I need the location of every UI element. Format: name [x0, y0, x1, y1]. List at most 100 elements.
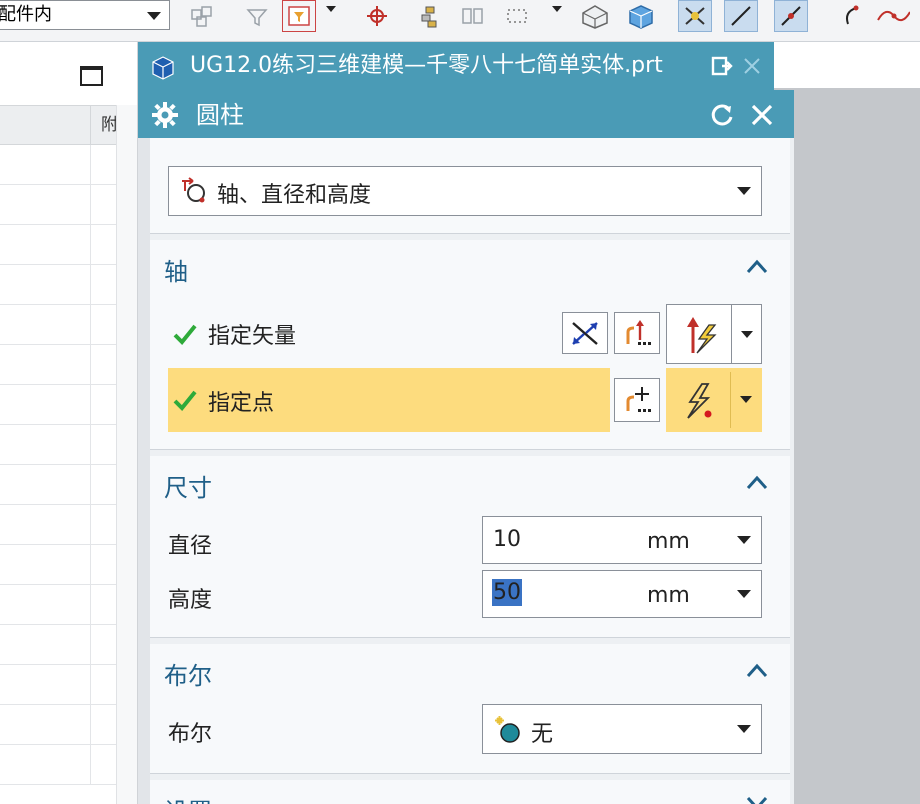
- boolean-select-value: 无: [531, 722, 554, 747]
- diameter-label: 直径: [168, 534, 213, 559]
- height-value: 50: [492, 579, 522, 606]
- chevron-down-icon[interactable]: [552, 6, 562, 12]
- graphics-tab-strip: [774, 42, 920, 88]
- point-dialog-button[interactable]: [614, 378, 660, 422]
- navigator-row[interactable]: [0, 425, 116, 465]
- point-dialog-icon: [626, 387, 651, 412]
- part-navigator: 附: [0, 42, 138, 804]
- diameter-unit: mm: [647, 529, 690, 554]
- chevron-down-icon: [147, 12, 161, 20]
- filter-icon[interactable]: [186, 0, 220, 32]
- document-tab[interactable]: UG12.0练习三维建模—千零八十七简单实体.prt: [138, 42, 774, 90]
- dialog-left-edge: [138, 138, 150, 804]
- curve-point-icon[interactable]: [774, 0, 808, 32]
- navigator-row[interactable]: [0, 665, 116, 705]
- reverse-direction-button[interactable]: [562, 312, 608, 354]
- navigator-row[interactable]: [0, 265, 116, 305]
- view-icon[interactable]: [456, 0, 490, 32]
- close-icon[interactable]: [740, 54, 764, 78]
- assembly-icon[interactable]: [412, 0, 446, 32]
- specify-point-row[interactable]: 指定点: [168, 368, 610, 432]
- inferred-vector-select[interactable]: [666, 304, 762, 364]
- inferred-vector-icon: [687, 317, 717, 354]
- navigator-row[interactable]: [0, 585, 116, 625]
- type-select[interactable]: 轴、直径和高度: [168, 166, 762, 216]
- document-tab-title: UG12.0练习三维建模—千零八十七简单实体.prt: [190, 53, 663, 78]
- settings-group: 设置: [150, 780, 790, 804]
- top-toolbar: 整个装配件内: [0, 0, 920, 42]
- navigator-row[interactable]: [0, 745, 116, 785]
- graphics-window[interactable]: [774, 42, 920, 804]
- chevron-down-icon: [741, 331, 753, 338]
- part-file-icon: [150, 54, 178, 84]
- dimensions-group-title: 尺寸: [164, 474, 212, 502]
- type-filter-active-icon[interactable]: [282, 0, 316, 32]
- collapse-icon[interactable]: [746, 662, 768, 678]
- boolean-none-icon: [493, 715, 523, 749]
- arc-icon[interactable]: [834, 0, 868, 32]
- boolean-select[interactable]: 无: [482, 704, 762, 754]
- navigator-row[interactable]: [0, 225, 116, 265]
- navigator-row[interactable]: [0, 625, 116, 665]
- dialog-title: 圆柱: [196, 101, 244, 129]
- axis-group-title: 轴: [164, 258, 188, 286]
- boolean-label: 布尔: [168, 722, 213, 747]
- close-icon[interactable]: [748, 101, 776, 129]
- navigator-row[interactable]: [0, 705, 116, 745]
- navigator-row[interactable]: [0, 145, 116, 185]
- chevron-down-icon: [737, 187, 751, 195]
- reset-icon[interactable]: [708, 101, 736, 129]
- navigator-row[interactable]: [0, 505, 116, 545]
- navigator-row[interactable]: [0, 465, 116, 505]
- diameter-input[interactable]: 10 mm: [482, 516, 762, 564]
- navigator-column-header-label: 附: [90, 106, 116, 144]
- inferred-point-select[interactable]: [666, 368, 762, 432]
- type-select-value: 轴、直径和高度: [217, 183, 372, 208]
- cube-icon[interactable]: [624, 0, 658, 32]
- height-label: 高度: [168, 588, 213, 613]
- navigator-scrollbar[interactable]: [116, 105, 137, 804]
- navigator-row[interactable]: [0, 545, 116, 585]
- cylinder-type-icon: [179, 177, 209, 209]
- specify-vector-label: 指定矢量: [208, 324, 297, 349]
- boolean-group-title: 布尔: [164, 662, 212, 690]
- navigator-row[interactable]: [0, 185, 116, 225]
- boolean-group: 布尔 布尔 无: [150, 644, 790, 774]
- solid-view-icon[interactable]: [578, 0, 612, 32]
- selection-filter-select[interactable]: 整个装配件内: [0, 0, 170, 30]
- chevron-down-icon: [737, 590, 751, 598]
- navigator-row[interactable]: [0, 305, 116, 345]
- vector-dialog-button[interactable]: [614, 312, 660, 354]
- navigator-row[interactable]: [0, 385, 116, 425]
- selection-filter-value: 整个装配件内: [0, 4, 52, 25]
- undock-icon[interactable]: [710, 54, 734, 78]
- specify-point-label: 指定点: [208, 391, 275, 416]
- line-tool-icon[interactable]: [724, 0, 758, 32]
- chevron-down-icon: [737, 536, 751, 544]
- height-unit: mm: [647, 583, 690, 608]
- maximize-icon[interactable]: [80, 66, 103, 86]
- type-filter-icon[interactable]: [240, 0, 274, 32]
- navigator-row[interactable]: [0, 345, 116, 385]
- cylinder-dialog: 圆柱 轴、直径和高度 轴 指定矢量 指定点 尺寸 直径 10 mm 高度 50 …: [138, 90, 794, 804]
- dotted-select-icon[interactable]: [500, 0, 534, 32]
- collapse-icon[interactable]: [746, 474, 768, 490]
- spline-icon[interactable]: [876, 0, 910, 32]
- checkmark-icon: [173, 324, 197, 345]
- navigator-column-header: 附: [0, 105, 116, 145]
- chevron-down-icon: [737, 725, 751, 733]
- reverse-direction-icon: [572, 322, 598, 345]
- collapse-icon[interactable]: [746, 258, 768, 274]
- dialog-header: 圆柱: [138, 90, 794, 138]
- gear-icon[interactable]: [151, 101, 179, 133]
- vector-dialog-icon: [626, 320, 651, 345]
- inferred-point-icon: [687, 383, 712, 419]
- expand-icon[interactable]: [746, 796, 768, 804]
- type-group: 轴、直径和高度: [150, 138, 790, 234]
- snap-toggle-icon[interactable]: [678, 0, 712, 32]
- diameter-value: 10: [493, 527, 521, 552]
- chevron-down-icon[interactable]: [326, 6, 336, 12]
- snap-point-icon[interactable]: [360, 0, 394, 32]
- chevron-down-icon: [740, 396, 752, 403]
- height-input[interactable]: 50 mm: [482, 570, 762, 618]
